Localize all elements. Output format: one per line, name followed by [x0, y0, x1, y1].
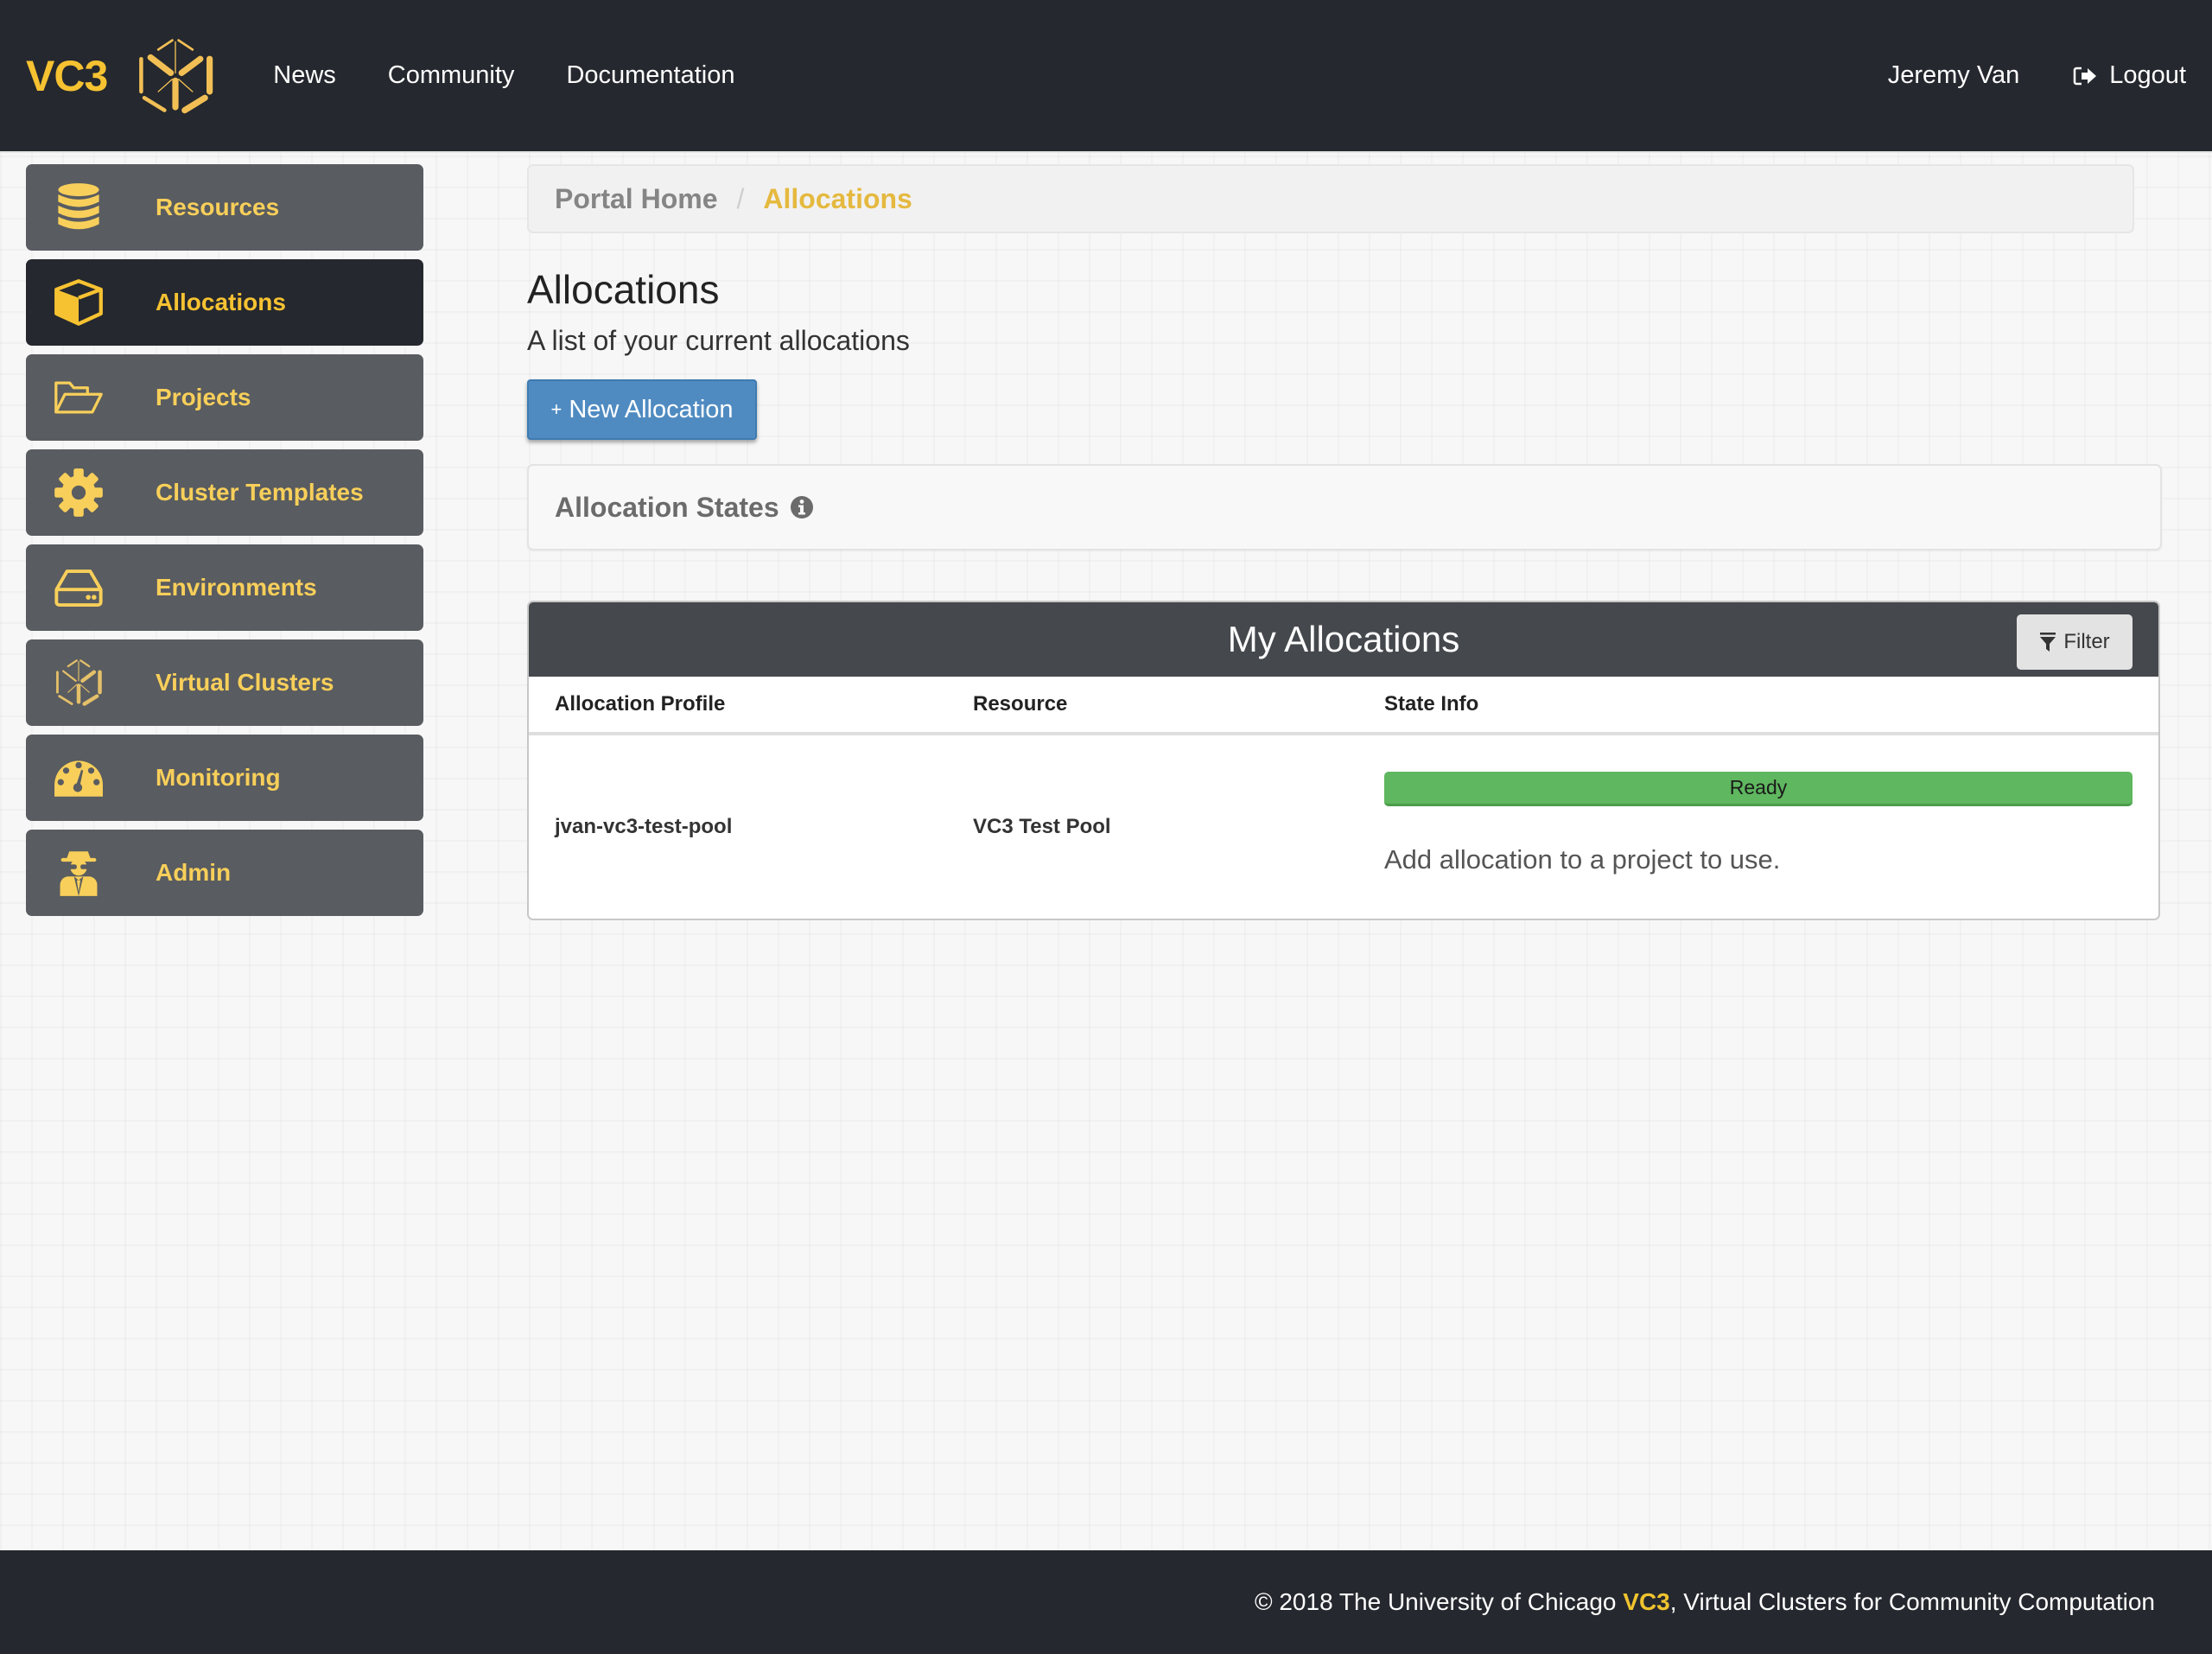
cube-icon: [54, 279, 103, 326]
column-header-allocation-profile[interactable]: Allocation Profile: [529, 677, 947, 735]
user-profile-link[interactable]: Jeremy Van: [1888, 61, 2020, 90]
new-allocation-label: New Allocation: [569, 395, 734, 423]
new-allocation-button[interactable]: + New Allocation: [527, 379, 757, 440]
sidebar: Resources Allocations Projects Cluster T…: [26, 164, 423, 925]
filter-icon: [2040, 633, 2056, 652]
card-title: My Allocations: [1227, 619, 1460, 659]
footer: © 2018 The University of Chicago VC3, Vi…: [0, 1550, 2212, 1654]
folder-open-icon: [54, 381, 103, 414]
nav-link-documentation[interactable]: Documentation: [566, 61, 734, 90]
sidebar-item-resources[interactable]: Resources: [26, 164, 423, 251]
filter-button[interactable]: Filter: [2017, 614, 2133, 670]
allocations-table: Allocation Profile Resource State Info j…: [529, 677, 2158, 919]
logout-link[interactable]: Logout: [2073, 61, 2186, 90]
table-row[interactable]: jvan-vc3-test-pool VC3 Test Pool Ready A…: [529, 734, 2158, 919]
resource-cell: VC3 Test Pool: [973, 815, 1111, 838]
table-header-row: Allocation Profile Resource State Info: [529, 677, 2158, 735]
gear-icon: [54, 468, 103, 517]
my-allocations-card: My Allocations Filter Allocation Profile…: [527, 601, 2160, 920]
column-header-resource[interactable]: Resource: [947, 677, 1358, 735]
sidebar-item-cluster-templates[interactable]: Cluster Templates: [26, 449, 423, 536]
status-badge: Ready: [1384, 772, 2133, 806]
sign-out-icon: [2074, 67, 2097, 85]
sidebar-item-label: Cluster Templates: [156, 479, 364, 506]
database-icon: [58, 183, 99, 230]
column-header-state-info[interactable]: State Info: [1358, 677, 2158, 735]
logout-label: Logout: [2109, 61, 2186, 89]
allocation-profile-cell[interactable]: jvan-vc3-test-pool: [529, 734, 947, 919]
state-note: Add allocation to a project to use.: [1384, 844, 1781, 875]
breadcrumb-current: Allocations: [763, 182, 912, 214]
sidebar-item-monitoring[interactable]: Monitoring: [26, 735, 423, 821]
card-header: My Allocations Filter: [529, 602, 2158, 677]
sidebar-item-label: Monitoring: [156, 764, 281, 791]
hard-drive-icon: [54, 569, 103, 608]
breadcrumb-portal-home[interactable]: Portal Home: [555, 183, 717, 215]
main-nav: News Community Documentation: [273, 61, 786, 90]
sidebar-item-label: Virtual Clusters: [156, 669, 334, 696]
brand-name: VC3: [26, 51, 108, 100]
breadcrumb: Portal Home / Allocations: [527, 164, 2134, 233]
plus-icon: +: [550, 398, 563, 420]
allocation-states-panel[interactable]: Allocation States: [527, 464, 2162, 550]
sidebar-item-label: Admin: [156, 859, 232, 886]
nav-link-news[interactable]: News: [273, 61, 336, 90]
vc3-logo-icon: [139, 38, 213, 113]
sidebar-item-label: Resources: [156, 194, 280, 220]
footer-brand[interactable]: VC3: [1623, 1588, 1669, 1615]
brand-home-link[interactable]: VC3: [26, 35, 214, 117]
main-content: Portal Home / Allocations Allocations A …: [527, 164, 2162, 920]
sidebar-item-virtual-clusters[interactable]: Virtual Clusters: [26, 639, 423, 726]
info-circle-icon[interactable]: [790, 495, 814, 519]
page-subtitle: A list of your current allocations: [527, 325, 910, 356]
sidebar-item-allocations[interactable]: Allocations: [26, 259, 423, 346]
breadcrumb-separator: /: [736, 182, 745, 214]
sidebar-item-admin[interactable]: Admin: [26, 830, 423, 916]
footer-copyright: © 2018 The University of Chicago VC3, Vi…: [1255, 1588, 2155, 1616]
footer-prefix: © 2018 The University of Chicago: [1254, 1588, 1624, 1615]
top-navbar: VC3 News Community Documentation Jeremy: [0, 0, 2212, 153]
state-info-cell: Ready Add allocation to a project to use…: [1358, 734, 2158, 919]
sidebar-item-label: Environments: [156, 574, 317, 601]
allocation-states-title: Allocation States: [555, 491, 779, 523]
vc3-logo-icon: [56, 659, 102, 706]
footer-suffix: , Virtual Clusters for Community Computa…: [1669, 1588, 2155, 1615]
sidebar-item-label: Allocations: [156, 289, 286, 315]
dashboard-gauge-icon: [54, 760, 103, 797]
page-title: Allocations: [527, 267, 720, 312]
user-secret-icon: [60, 851, 98, 896]
sidebar-item-environments[interactable]: Environments: [26, 544, 423, 631]
nav-link-community[interactable]: Community: [388, 61, 515, 90]
sidebar-item-projects[interactable]: Projects: [26, 354, 423, 441]
filter-label: Filter: [2063, 630, 2110, 653]
user-nav: Jeremy Van Logout: [1888, 61, 2186, 90]
sidebar-item-label: Projects: [156, 384, 251, 410]
